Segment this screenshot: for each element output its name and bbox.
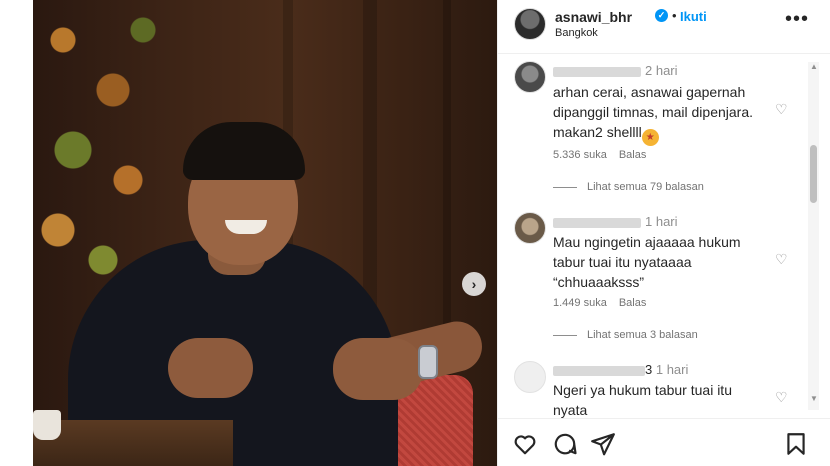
post-header: asnawi_bhr ✓ • Ikuti Bangkok ••• [498, 0, 830, 54]
separator-dot: • [672, 8, 677, 23]
comments-list: 2 hari arhan cerai, asnawai gapernah dip… [498, 55, 830, 418]
comment-likes[interactable]: 1.449 suka [553, 297, 607, 309]
bookmark-icon[interactable] [783, 431, 809, 457]
comment-text: Mau ngingetin ajaaaaa hukum tabur tuai i… [553, 234, 741, 290]
view-replies-button[interactable]: Lihat semua 3 balasan [553, 329, 698, 341]
comment-likes[interactable]: 5.336 suka [553, 149, 607, 161]
more-options-icon[interactable]: ••• [785, 8, 809, 31]
comment-time: 1 hari [655, 362, 689, 377]
like-heart-icon[interactable] [512, 431, 538, 457]
wristwatch [418, 345, 438, 379]
scroll-down-icon[interactable]: ▼ [810, 394, 818, 403]
next-photo-button[interactable]: › [462, 272, 486, 296]
commenter-avatar[interactable] [514, 212, 546, 244]
comment-text: Ngeri ya hukum tabur tuai itu nyata [553, 382, 732, 418]
star-struck-emoji-icon: ★ [641, 129, 659, 146]
follow-button[interactable]: Ikuti [680, 9, 707, 24]
post-side-panel: asnawi_bhr ✓ • Ikuti Bangkok ••• 2 hari … [497, 0, 830, 466]
view-replies-button[interactable]: Lihat semua 79 balasan [553, 181, 704, 193]
commenter-avatar[interactable] [514, 61, 546, 93]
scroll-up-icon[interactable]: ▲ [810, 62, 818, 71]
action-bar [498, 418, 830, 466]
heart-icon[interactable]: ♡ [775, 389, 788, 406]
redacted-username [553, 365, 645, 376]
reply-button[interactable]: Balas [619, 297, 647, 309]
author-username[interactable]: asnawi_bhr [555, 9, 632, 25]
reply-button[interactable]: Balas [619, 149, 647, 161]
author-avatar[interactable] [514, 8, 546, 40]
post-location[interactable]: Bangkok [555, 27, 598, 39]
scrollbar-thumb[interactable] [810, 145, 817, 203]
redacted-username [553, 66, 641, 77]
comment-time: 1 hari [645, 214, 678, 229]
table [33, 420, 233, 466]
comment-icon[interactable] [552, 431, 578, 457]
verified-badge-icon: ✓ [655, 9, 668, 22]
share-icon[interactable] [590, 431, 616, 457]
comments-scrollbar[interactable] [808, 62, 819, 410]
comment-time: 2 hari [645, 63, 678, 78]
left-margin [0, 0, 33, 466]
post-photo[interactable] [33, 0, 497, 466]
heart-icon[interactable]: ♡ [775, 251, 788, 268]
heart-icon[interactable]: ♡ [775, 101, 788, 118]
redacted-username [553, 217, 641, 228]
commenter-avatar[interactable] [514, 361, 546, 393]
